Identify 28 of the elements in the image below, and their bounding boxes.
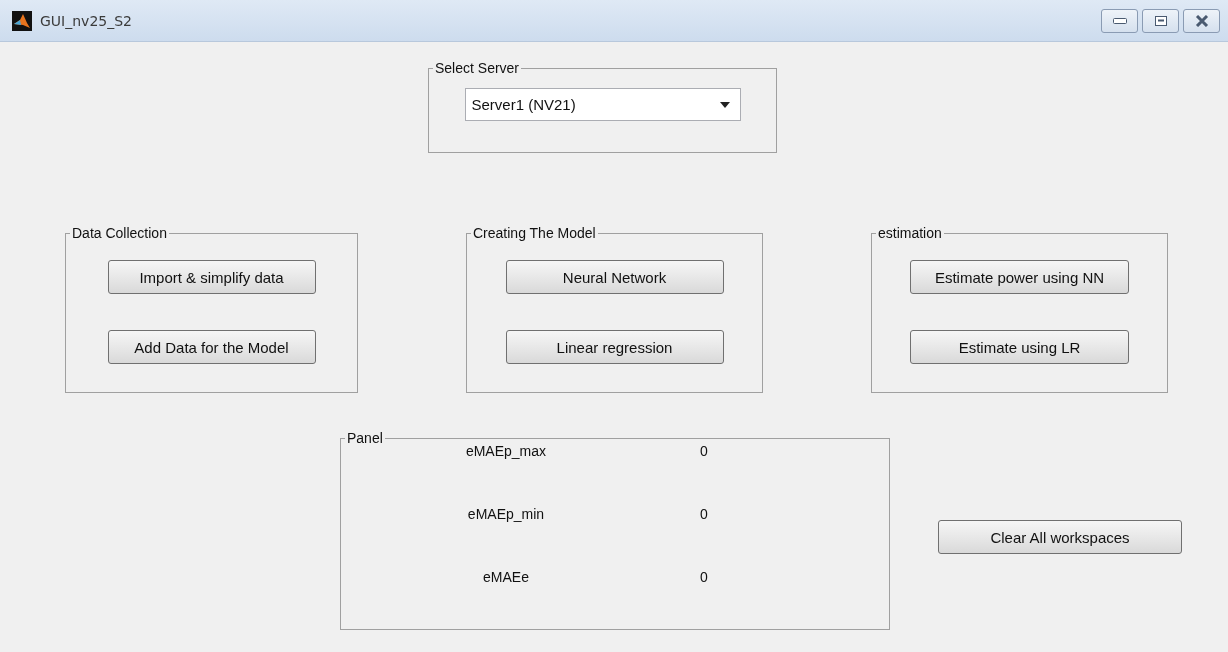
action-button[interactable]: Estimate power using NN (910, 260, 1129, 294)
result-label: eMAEe (482, 568, 530, 587)
server-dropdown[interactable]: Server1 (NV21) (464, 88, 741, 121)
maximize-button[interactable] (1142, 8, 1179, 33)
close-icon (1194, 14, 1209, 27)
result-value: 0 (699, 442, 709, 461)
action-button[interactable]: Neural Network (505, 260, 724, 294)
panel-title: Data Collection (71, 225, 168, 241)
result-value: 0 (699, 568, 709, 587)
window-title: GUI_nv25_S2 (40, 12, 133, 29)
result-value: 0 (699, 505, 709, 524)
app-logo-icon (12, 10, 32, 31)
panel-title: Creating The Model (472, 225, 597, 241)
result-label: eMAEp_max (464, 442, 548, 461)
panel-title: estimation (877, 225, 943, 241)
result-label: eMAEp_min (466, 505, 546, 524)
minimize-button[interactable] (1101, 8, 1138, 33)
close-button[interactable] (1183, 8, 1220, 33)
action-button[interactable]: Add Data for the Model (107, 330, 316, 364)
restore-icon (1154, 15, 1167, 26)
clear-button[interactable]: Clear All workspaces (938, 520, 1182, 554)
dropdown-arrow-icon (719, 101, 730, 108)
minimize-icon (1112, 17, 1127, 24)
panel-title: Select Server (434, 60, 521, 76)
action-button[interactable]: Import & simplify data (107, 260, 316, 294)
panel-title: Panel (346, 430, 384, 446)
action-button[interactable]: Estimate using LR (910, 330, 1129, 364)
action-button[interactable]: Linear regression (505, 330, 724, 364)
